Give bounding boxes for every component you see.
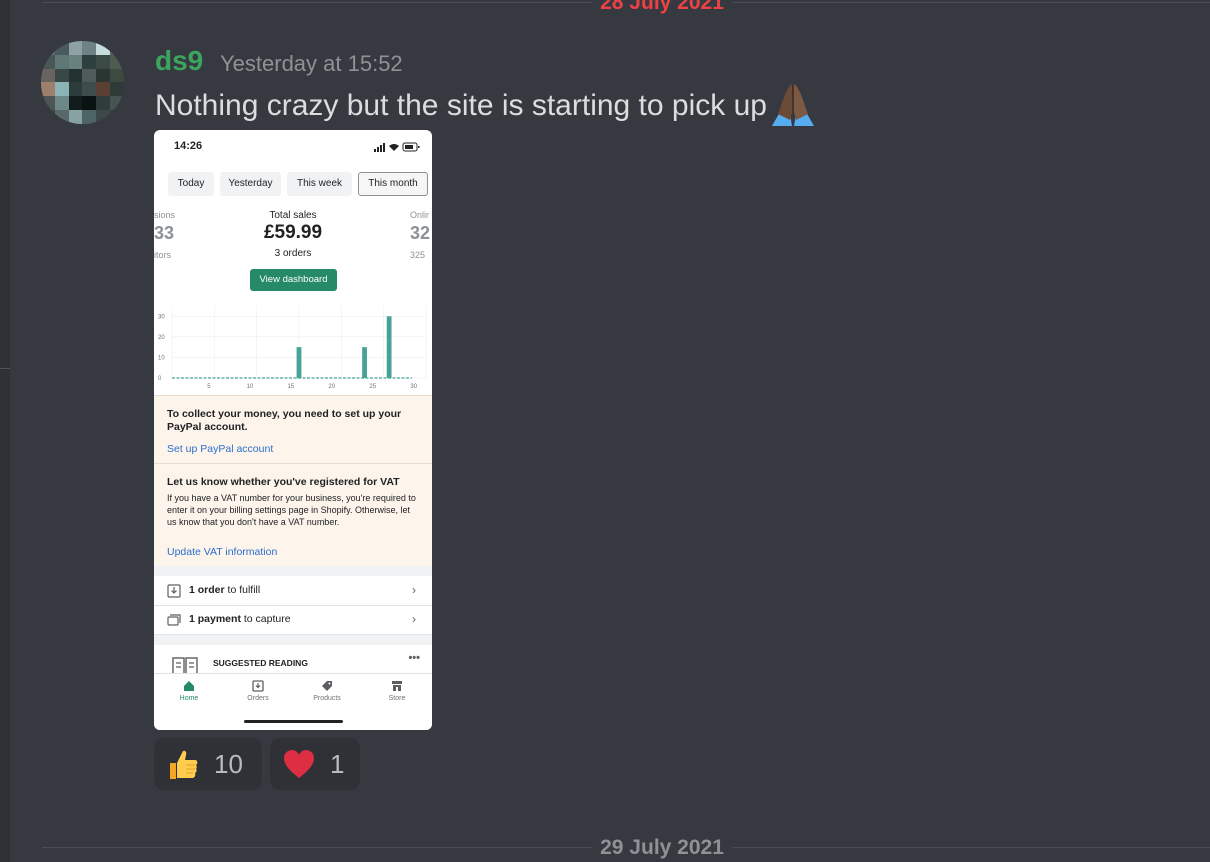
home-icon xyxy=(184,681,194,691)
nav-store[interactable]: Store xyxy=(367,680,427,702)
more-options-icon[interactable]: ••• xyxy=(408,652,420,664)
nav-orders[interactable]: Orders xyxy=(228,680,288,702)
tab-yesterday[interactable]: Yesterday xyxy=(220,172,281,196)
left-rail xyxy=(0,0,10,862)
setup-paypal-link[interactable]: Set up PayPal account xyxy=(167,443,273,455)
reaction-thumbs-up[interactable]: 10 xyxy=(154,738,262,790)
suggested-reading-title: SUGGESTED READING xyxy=(213,658,308,668)
date-range-tabs: Today Yesterday This week This month xyxy=(154,172,432,198)
store-icon xyxy=(392,681,402,691)
chart-bar xyxy=(362,347,367,378)
reaction-heart-count: 1 xyxy=(330,749,345,779)
nav-orders-label: Orders xyxy=(247,695,269,702)
chart-xtick-label: 15 xyxy=(287,384,294,390)
task-fulfill-text: 1 order to fulfill xyxy=(189,584,261,596)
task-row-fulfill[interactable]: 1 order to fulfill › xyxy=(154,577,432,606)
date-divider-top: 28 July 2021 xyxy=(592,0,732,17)
attachment-screenshot[interactable]: 14:26 Today Yesterday This week This mon… xyxy=(154,130,432,730)
chart-xtick-label: 10 xyxy=(246,384,253,390)
chart-ytick-label: 20 xyxy=(158,335,165,341)
chevron-right-icon: › xyxy=(412,583,416,597)
chart-ytick-label: 0 xyxy=(158,376,162,382)
thumbs-up-icon xyxy=(170,750,198,779)
nav-products[interactable]: Products xyxy=(297,680,357,702)
orders-icon xyxy=(252,680,264,692)
vat-banner-title: Let us know whether you've registered fo… xyxy=(167,476,400,488)
nav-store-label: Store xyxy=(388,695,406,702)
message-author[interactable]: ds9 xyxy=(155,44,203,78)
chart-bar xyxy=(386,316,392,378)
sales-chart: 0 10 20 30 5 10 15 20 25 30 xyxy=(158,306,427,390)
reaction-heart[interactable]: 1 xyxy=(270,738,360,790)
task-capture-text: 1 payment to capture xyxy=(189,613,291,625)
total-sales-value: £59.99 xyxy=(263,222,323,243)
total-sales-label: Total sales xyxy=(269,210,317,221)
nav-products-label: Products xyxy=(313,695,341,702)
rail-tick xyxy=(0,368,10,369)
total-sales-orders: 3 orders xyxy=(274,248,312,259)
section-gap xyxy=(154,566,432,576)
chart-xtick-label: 30 xyxy=(410,384,417,390)
date-divider-bottom: 29 July 2021 xyxy=(592,834,732,862)
update-vat-link[interactable]: Update VAT information xyxy=(167,546,277,558)
view-dashboard-button[interactable]: View dashboard xyxy=(250,269,337,291)
order-download-icon xyxy=(167,584,181,598)
chart-ytick-label: 10 xyxy=(158,355,165,361)
payment-icon xyxy=(167,614,181,626)
chart-ytick-label: 30 xyxy=(158,314,165,320)
chevron-right-icon: › xyxy=(412,612,416,626)
tab-this-month[interactable]: This month xyxy=(358,172,428,196)
chart-xtick-label: 20 xyxy=(328,384,335,390)
paypal-banner-title: To collect your money, you need to set u… xyxy=(167,408,402,433)
folded-hands-icon xyxy=(772,84,814,126)
paypal-banner: To collect your money, you need to set u… xyxy=(154,395,432,464)
heart-icon xyxy=(284,750,314,778)
tab-today[interactable]: Today xyxy=(168,172,214,196)
section-gap-2 xyxy=(154,635,432,645)
chart-bar xyxy=(296,347,302,378)
message-timestamp: Yesterday at 15:52 xyxy=(220,51,403,76)
home-indicator xyxy=(244,720,343,723)
chart-xtick-label: 5 xyxy=(207,384,211,390)
nav-home[interactable]: Home xyxy=(159,680,219,702)
task-row-capture[interactable]: 1 payment to capture › xyxy=(154,606,432,635)
tag-icon xyxy=(322,681,332,691)
status-bar-icons xyxy=(374,142,420,152)
avatar[interactable] xyxy=(41,41,124,124)
tab-this-week[interactable]: This week xyxy=(287,172,352,196)
status-bar-time: 14:26 xyxy=(174,140,203,152)
chart-xtick-label: 25 xyxy=(369,384,376,390)
message-text: Nothing crazy but the site is starting t… xyxy=(155,89,767,122)
vat-banner: Let us know whether you've registered fo… xyxy=(154,463,432,567)
nav-home-label: Home xyxy=(179,695,199,702)
reaction-thumbs-up-count: 10 xyxy=(214,749,243,779)
vat-banner-body: If you have a VAT number for your busine… xyxy=(167,493,416,527)
